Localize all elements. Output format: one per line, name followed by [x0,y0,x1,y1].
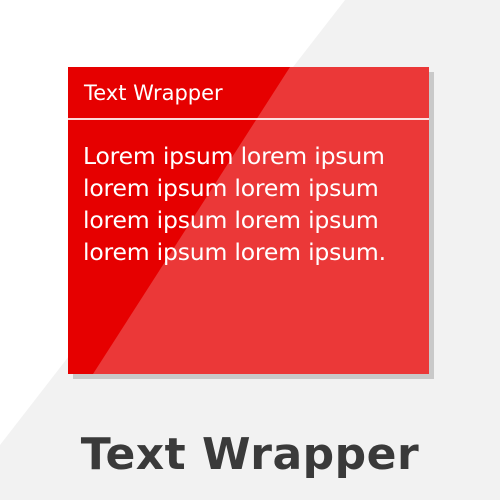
card-body-line: lorem ipsum lorem ipsum. [83,238,386,266]
card-body-line: lorem ipsum lorem ipsum [83,206,379,234]
card-body-line: lorem ipsum lorem ipsum [83,174,379,202]
card-header: Text Wrapper [68,67,429,117]
caption-title: Text Wrapper [80,429,420,480]
text-wrapper-card: Text Wrapper Lorem ipsum lorem ipsum lor… [68,67,429,374]
card-body-text: Lorem ipsum lorem ipsum lorem ipsum lore… [83,140,419,268]
card-title: Text Wrapper [84,81,223,105]
card-divider [68,118,429,120]
card-body-line: Lorem ipsum lorem ipsum [83,142,385,170]
